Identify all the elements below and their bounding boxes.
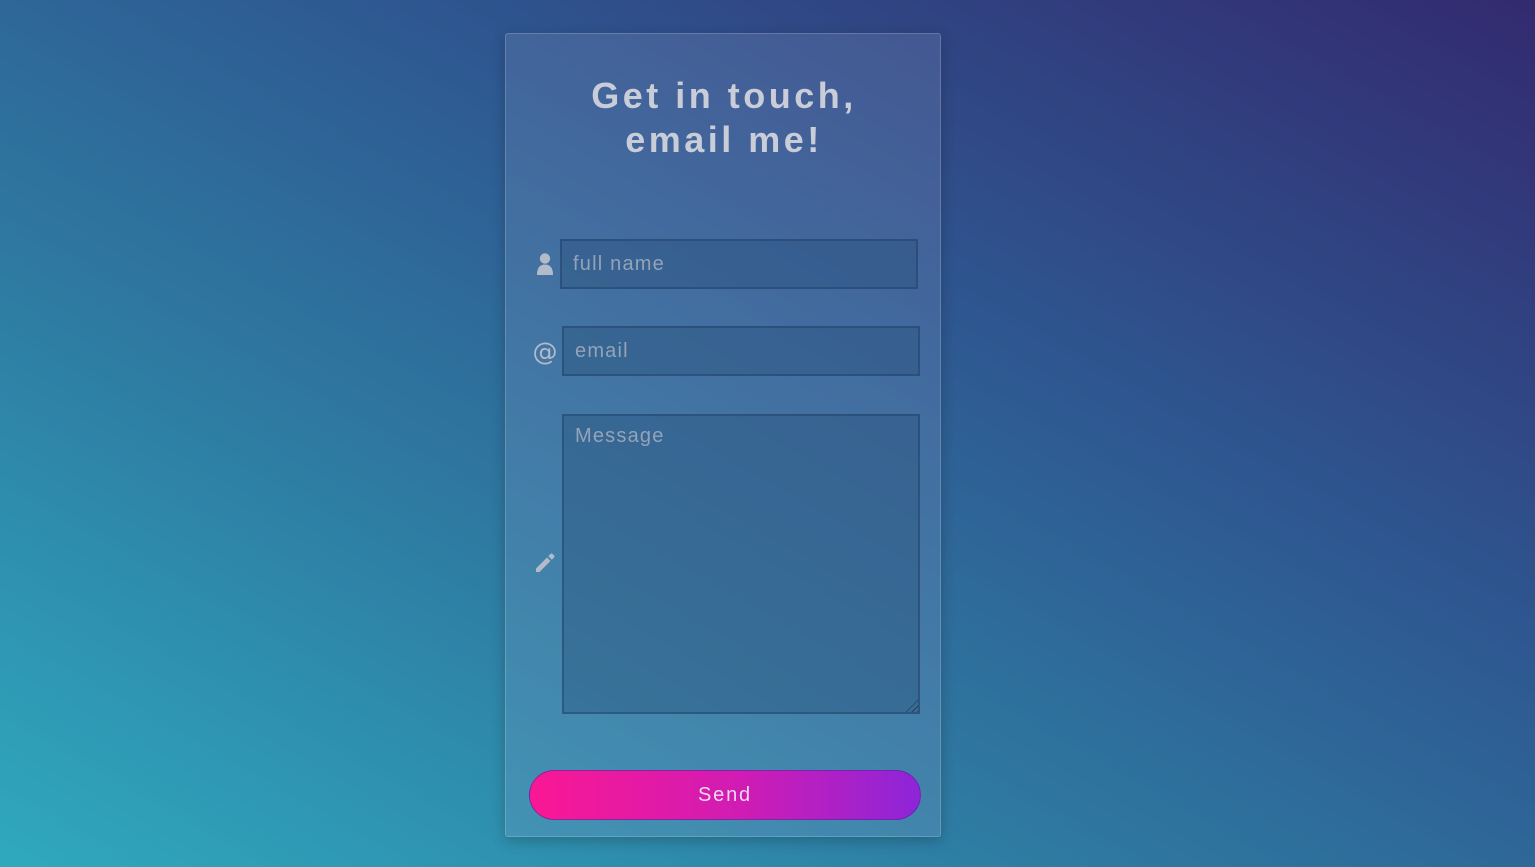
email-input[interactable] <box>562 326 920 376</box>
send-button[interactable]: Send <box>529 770 921 820</box>
user-icon <box>534 250 556 278</box>
full-name-input[interactable] <box>560 239 918 289</box>
at-icon: @ <box>532 336 558 366</box>
pencil-icon <box>533 551 557 575</box>
message-textarea[interactable] <box>562 414 920 714</box>
message-field-wrapper <box>562 414 920 714</box>
form-title: Get in touch, email me! <box>506 74 942 162</box>
contact-form-card: Get in touch, email me! @ Send <box>505 33 941 837</box>
form-title-line-2: email me! <box>625 119 823 160</box>
form-title-line-1: Get in touch, <box>591 75 857 116</box>
